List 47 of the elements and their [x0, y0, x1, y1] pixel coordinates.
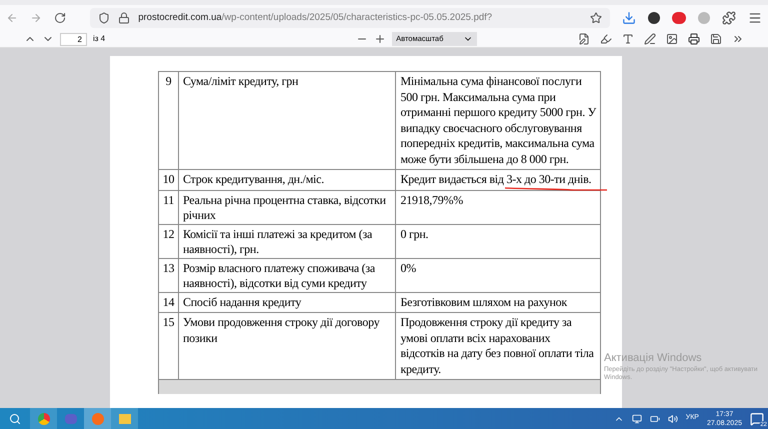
table-cell: 0% — [400, 260, 416, 274]
shield-icon — [98, 12, 110, 24]
row-number: 12 — [159, 224, 179, 258]
table-cell: Безготівковим шляхом на рахунок — [400, 294, 567, 308]
zoom-in-icon[interactable] — [374, 33, 386, 45]
extensions-icon[interactable] — [722, 11, 736, 25]
page-number-field[interactable]: 2 — [60, 32, 87, 46]
battery-icon[interactable] — [650, 414, 660, 424]
table-cell: Розмір власного платежу споживача (за наявності), відсотки від суми кредиту — [178, 258, 396, 292]
row-number: 11 — [159, 190, 179, 224]
tray-monitor-icon[interactable] — [632, 414, 642, 424]
save-icon[interactable] — [710, 33, 722, 45]
table-cell: Мінімальна сума фінансової послуги 500 грн. Максимальна сума при отриманні першого кредиту 5000 грн. У випадку своєчасного обслуговування попередніх кредитів, максимальна сума може бути збільшена до 8 000 грн. — [400, 74, 596, 166]
image-icon[interactable] — [666, 33, 678, 45]
table-cell: Реальна річна процентна ставка, відсотки річних — [178, 190, 396, 224]
table-cell: 0 грн. — [400, 226, 428, 240]
row-number: 15 — [159, 313, 179, 379]
activation-title: Активація Windows — [604, 352, 703, 366]
menu-icon[interactable] — [748, 11, 762, 25]
page-count: із 4 — [93, 33, 106, 45]
table-cell: Спосіб надання кредиту — [178, 292, 396, 312]
table-cell: Строк кредитування, дн./міс. — [178, 170, 396, 190]
highlight-icon[interactable] — [600, 33, 612, 45]
bookmark-star-icon[interactable] — [590, 12, 602, 24]
table-cell: 21918,79%% — [400, 192, 463, 206]
table-cell: Продовження строку дії кредиту за умові оплати всіх нарахованих відсотків на дату без повної оплати тіла кредиту. — [400, 315, 594, 376]
text-edit-icon[interactable] — [578, 33, 590, 45]
table-cell: Умови продовження строку дії договору позики — [178, 313, 396, 379]
print-icon[interactable] — [688, 33, 700, 45]
url-text: prostocredit.com.ua/wp-content/uploads/2025/05/characteristics-pc-05.05.2025.pdf? — [138, 10, 492, 25]
draw-icon[interactable] — [644, 33, 656, 45]
table-cell: Комісії та інші платежі за кредитом (за наявності), грн. — [178, 224, 396, 258]
row-number: 10 — [159, 170, 179, 190]
volume-icon[interactable] — [668, 414, 678, 424]
more-tools-icon[interactable] — [732, 33, 744, 45]
text-icon[interactable] — [622, 33, 634, 45]
row-number: 13 — [159, 258, 179, 292]
row-number: 14 — [159, 292, 179, 312]
table-cell: Сума/ліміт кредиту, грн — [178, 72, 396, 169]
lock-icon — [118, 12, 130, 24]
address-bar[interactable]: prostocredit.com.ua/wp-content/uploads/2025/05/characteristics-pc-05.05.2025.pdf? — [90, 8, 610, 28]
download-icon[interactable] — [622, 11, 636, 25]
table-cell: Кредит видається від 3-х до 30-ти днів. — [400, 172, 592, 186]
row-number: 9 — [159, 72, 179, 169]
extension-icon[interactable] — [648, 12, 660, 24]
search-icon[interactable] — [9, 412, 21, 424]
reload-icon[interactable] — [54, 11, 66, 25]
